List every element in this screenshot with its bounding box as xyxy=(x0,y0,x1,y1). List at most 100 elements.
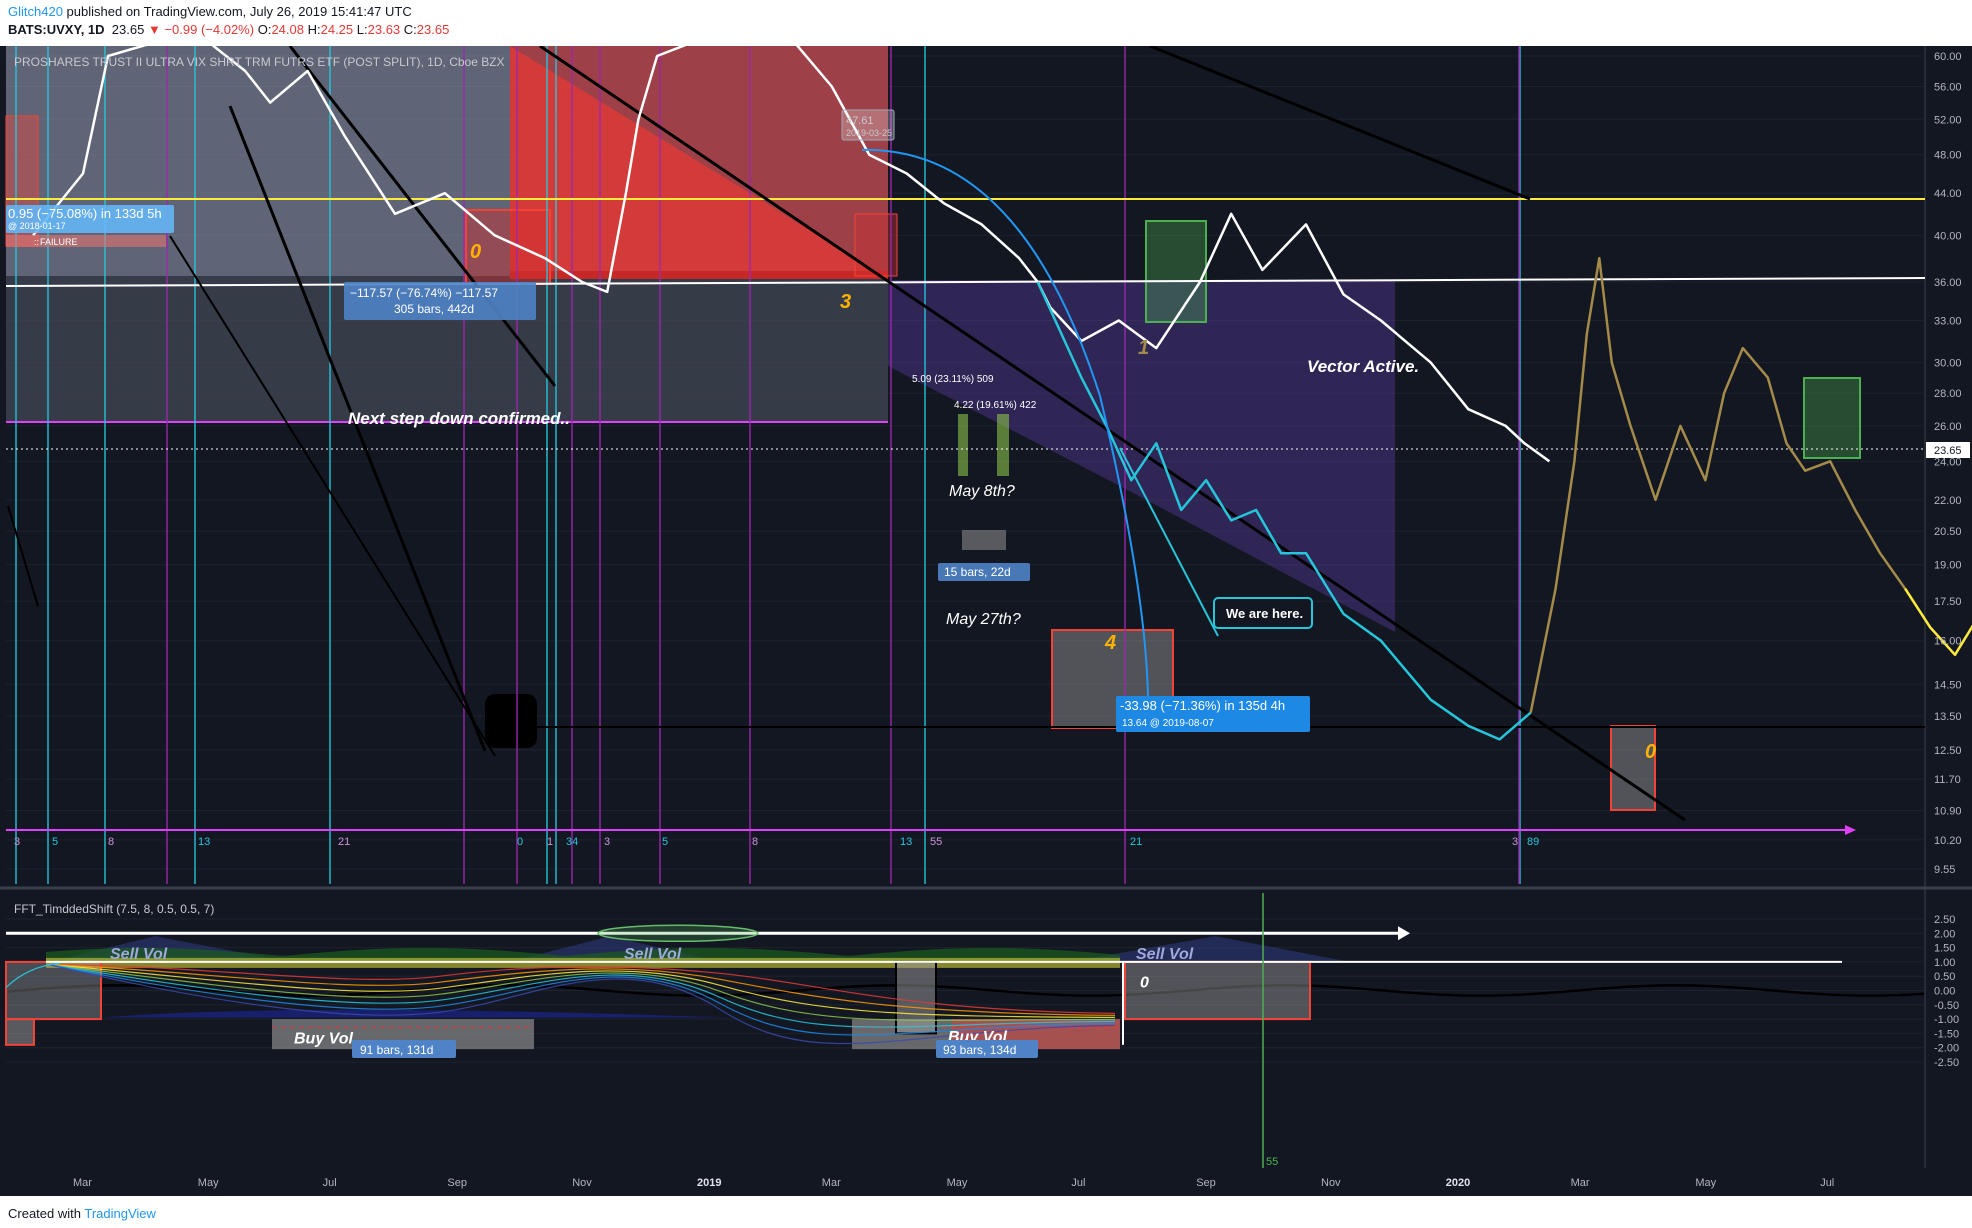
fib-label-13: 21 xyxy=(1130,836,1142,848)
osc-tick-1: 2.00 xyxy=(1934,928,1955,940)
price-tick-19: 12.50 xyxy=(1934,745,1962,757)
osc-title: FFT_TimddedShift (7.5, 8, 0.5, 0.5, 7) xyxy=(14,902,214,916)
fib-label-10: 8 xyxy=(752,836,758,848)
wave-0-b: 0 xyxy=(1645,741,1656,763)
created-with-text: Created with xyxy=(8,1206,81,1221)
fib-label-2: 8 xyxy=(108,836,114,848)
fib-label-0: 3 xyxy=(14,836,20,848)
ann-may-27th: May 27th? xyxy=(946,611,1021,628)
price-tick-1: 56.00 xyxy=(1934,82,1962,94)
osc-tick-8: -1.50 xyxy=(1934,1028,1959,1040)
wave-0-a: 0 xyxy=(470,241,481,263)
wave-3: 3 xyxy=(840,291,851,313)
bars-label-a: 91 bars, 131d xyxy=(360,1043,433,1057)
sell-vol-label-1: Sell Vol xyxy=(624,946,682,963)
price-tick-3: 48.00 xyxy=(1934,150,1962,162)
osc-tick-9: -2.00 xyxy=(1934,1043,1959,1055)
small-box-a xyxy=(958,414,968,476)
last-price-tag-text: 23.65 xyxy=(1934,445,1962,457)
price-tick-21: 10.90 xyxy=(1934,806,1962,818)
footer-text: Created with TradingView xyxy=(8,1206,156,1221)
last-price: 23.65 xyxy=(111,22,145,37)
high-value: 24.25 xyxy=(320,22,354,37)
osc-tick-3: 1.00 xyxy=(1934,957,1955,969)
price-tick-23: 9.55 xyxy=(1934,864,1955,876)
time-tick-4: Nov xyxy=(572,1177,592,1189)
fib-label-8: 3 xyxy=(604,836,610,848)
osc-red-box-right xyxy=(1124,960,1311,1021)
author-link[interactable]: Glitch420 xyxy=(8,4,63,19)
ann-vector-active: Vector Active. xyxy=(1307,357,1419,376)
ann-may-8th: May 8th? xyxy=(949,483,1015,500)
price-tick-9: 28.00 xyxy=(1934,388,1962,400)
failure-label: FAILURE xyxy=(40,237,78,247)
peak-price: 47.61 xyxy=(846,115,874,127)
osc-tick-6: -0.50 xyxy=(1934,1000,1959,1012)
time-tick-7: May xyxy=(947,1177,968,1189)
wave-4: 4 xyxy=(1104,632,1116,654)
small-box-15bars xyxy=(962,530,1006,550)
fib-label-12: 55 xyxy=(930,836,942,848)
measure-d-line1: 0.95 (−75.08%) in 133d 5h xyxy=(8,206,162,221)
failure-box xyxy=(6,235,166,247)
ann-we-are-here: We are here. xyxy=(1226,606,1303,621)
high-label: H: xyxy=(307,22,321,37)
peak-date: 2019-03-25 xyxy=(846,128,892,138)
osc-tick-0: 2.50 xyxy=(1934,914,1955,926)
small-box-b xyxy=(997,414,1009,476)
green-box-1 xyxy=(1145,220,1207,323)
time-tick-9: Sep xyxy=(1196,1177,1216,1189)
ann-next-step: Next step down confirmed.. xyxy=(348,409,570,428)
red-box-0b xyxy=(1610,725,1656,811)
open-label: O: xyxy=(257,22,272,37)
pct-label-a: 5.09 (23.11%) 509 xyxy=(912,374,994,385)
price-tick-20: 11.70 xyxy=(1934,774,1961,786)
buy-vol-label-a: Buy Vol xyxy=(294,1030,354,1047)
time-tick-2: Jul xyxy=(323,1177,337,1189)
pct-label-b: 4.22 (19.61%) 422 xyxy=(954,400,1037,411)
measure-c-line1: -33.98 (−71.36%) in 135d 4h xyxy=(1120,698,1285,713)
price-change: ▼ −0.99 (−4.02%) xyxy=(147,22,255,37)
fib-label-15: 89 xyxy=(1527,836,1539,848)
time-tick-11: 2020 xyxy=(1446,1177,1470,1189)
fib-label-7: 34 xyxy=(566,836,578,848)
price-tick-22: 10.20 xyxy=(1934,835,1962,847)
price-tick-2: 52.00 xyxy=(1934,114,1962,126)
price-tick-10: 26.00 xyxy=(1934,421,1962,433)
low-label: L: xyxy=(356,22,368,37)
osc-tick-5: 0.00 xyxy=(1934,986,1955,998)
measure-b: 15 bars, 22d xyxy=(944,565,1011,579)
fib-label-5: 0 xyxy=(517,836,523,848)
price-tick-18: 13.50 xyxy=(1934,711,1962,723)
open-value: 24.08 xyxy=(271,22,304,37)
fib-label-3: 13 xyxy=(198,836,210,848)
price-tick-4: 44.00 xyxy=(1934,188,1962,200)
measure-d-line2: @ 2018-01-17 xyxy=(8,221,66,231)
low-value: 23.63 xyxy=(367,22,401,37)
tradingview-logo-link[interactable]: TradingView xyxy=(84,1206,156,1221)
osc-black-box xyxy=(895,960,937,1035)
time-axis-bg xyxy=(0,1168,1972,1196)
bars-label-b: 93 bars, 134d xyxy=(943,1043,1016,1057)
price-tick-8: 30.00 xyxy=(1934,358,1962,370)
footer: Created with TradingView xyxy=(0,1196,1972,1228)
published-text: published on TradingView.com, July 26, 2… xyxy=(66,4,412,19)
price-tick-11: 24.00 xyxy=(1934,456,1962,468)
osc-ellipse xyxy=(597,924,759,943)
time-tick-3: Sep xyxy=(447,1177,467,1189)
time-tick-12: Mar xyxy=(1571,1177,1590,1189)
measure-a-line2: 305 bars, 442d xyxy=(394,302,474,316)
chart-canvas[interactable]: FFT_TimddedShift (7.5, 8, 0.5, 0.5, 7) Se… xyxy=(0,46,1972,1196)
symbol-label: BATS:UVXY, 1D xyxy=(8,22,105,37)
osc-tick-7: -1.00 xyxy=(1934,1014,1959,1026)
black-blob xyxy=(485,694,537,748)
price-tick-0: 60.00 xyxy=(1934,51,1962,63)
symbol-info: BATS:UVXY, 1D 23.65 ▼ −0.99 (−4.02%) O:2… xyxy=(8,22,449,37)
close-value: 23.65 xyxy=(416,22,450,37)
time-tick-14: Jul xyxy=(1820,1177,1834,1189)
green-box-2 xyxy=(1803,377,1861,459)
osc-tick-10: -2.50 xyxy=(1934,1057,1959,1069)
time-tick-6: Mar xyxy=(822,1177,841,1189)
publish-header: Glitch420 published on TradingView.com, … xyxy=(0,0,1972,46)
price-tick-7: 33.00 xyxy=(1934,315,1962,327)
